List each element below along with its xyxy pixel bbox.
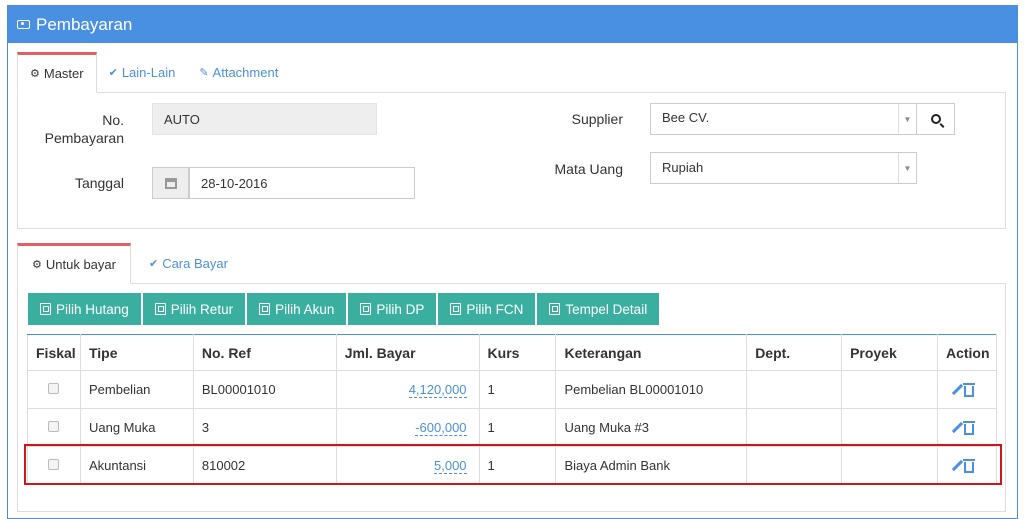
cell-jml-bayar[interactable]: -600,000: [415, 420, 467, 436]
cell-kurs: 1: [478, 408, 557, 447]
no-pembayaran-label: No. Pembayaran: [44, 112, 124, 146]
supplier-select[interactable]: Bee CV. ▼: [650, 103, 917, 135]
tab-master[interactable]: ⚙ Master: [17, 52, 97, 93]
cell-keterangan: Biaya Admin Bank: [555, 446, 748, 485]
tempel-detail-button[interactable]: Tempel Detail: [537, 293, 660, 325]
tab-lain-lain[interactable]: ✔ Lain-Lain: [97, 52, 188, 93]
tanggal-field[interactable]: 28-10-2016: [189, 167, 415, 199]
chevron-down-icon: ▼: [898, 153, 916, 183]
pilih-hutang-button[interactable]: Pilih Hutang: [28, 293, 141, 325]
table-row: Uang Muka 3 -600,000 1 Uang Muka #3: [27, 408, 998, 447]
table-header-row: Fiskal Tipe No. Ref Jml. Bayar Kurs Kete…: [27, 334, 998, 371]
copy-icon: [450, 303, 462, 315]
cell-dept: [746, 408, 843, 447]
mata-uang-select[interactable]: Rupiah ▼: [650, 152, 917, 184]
pilih-dp-button[interactable]: Pilih DP: [348, 293, 437, 325]
copy-icon: [40, 303, 51, 315]
copy-icon: [360, 303, 372, 315]
paperclip-icon: ✎: [199, 67, 209, 79]
tab-untuk-bayar[interactable]: ⚙ Untuk bayar: [17, 243, 131, 284]
page-title: Pembayaran: [36, 14, 133, 34]
cell-no-ref: 810002: [192, 446, 337, 485]
trash-icon[interactable]: [962, 420, 975, 435]
pilih-retur-button[interactable]: Pilih Retur: [142, 293, 246, 325]
col-tipe: Tipe: [79, 334, 194, 371]
mata-uang-label: Mata Uang: [554, 161, 623, 177]
cell-tipe: Akuntansi: [79, 446, 194, 485]
fiskal-checkbox[interactable]: [48, 383, 60, 394]
cell-kurs: 1: [478, 370, 557, 409]
col-no-ref: No. Ref: [192, 334, 337, 371]
cell-dept: [746, 370, 843, 409]
detail-tabs: ⚙ Untuk bayar ✔ Cara Bayar: [17, 243, 246, 284]
gears-icon: ⚙: [32, 259, 42, 271]
table-row: Pembelian BL00001010 4,120,000 1 Pembeli…: [27, 370, 998, 409]
check-circle-icon: ✔: [148, 258, 159, 270]
detail-table: Fiskal Tipe No. Ref Jml. Bayar Kurs Kete…: [27, 334, 998, 485]
tanggal-label: Tanggal: [74, 175, 124, 191]
edit-icon[interactable]: [951, 459, 964, 472]
cell-jml-bayar[interactable]: 4,120,000: [408, 382, 467, 398]
cell-kurs: 1: [478, 446, 557, 485]
pilih-fcn-button[interactable]: Pilih FCN: [438, 293, 536, 325]
fiskal-checkbox[interactable]: [48, 459, 60, 470]
cell-jml-bayar[interactable]: 5,000: [434, 458, 467, 474]
paste-icon: [549, 303, 561, 315]
col-keterangan: Keterangan: [555, 334, 748, 371]
action-button-bar: Pilih Hutang Pilih Retur Pilih Akun Pili…: [28, 293, 660, 325]
trash-icon[interactable]: [962, 382, 975, 397]
tab-cara-bayar[interactable]: ✔ Cara Bayar: [131, 243, 246, 284]
col-proyek: Proyek: [841, 334, 938, 371]
panel-header: Pembayaran: [8, 6, 1017, 43]
col-dept: Dept.: [746, 334, 843, 371]
col-fiskal: Fiskal: [27, 334, 81, 371]
trash-icon[interactable]: [962, 458, 975, 473]
cell-dept: [746, 446, 843, 485]
money-icon: [17, 20, 30, 29]
cell-proyek: [841, 370, 938, 409]
gears-icon: ⚙: [30, 68, 40, 80]
table-row: Akuntansi 810002 5,000 1 Biaya Admin Ban…: [27, 446, 998, 485]
edit-icon[interactable]: [951, 383, 964, 396]
cell-keterangan: Uang Muka #3: [555, 408, 748, 447]
cell-proyek: [841, 446, 938, 485]
fiskal-checkbox[interactable]: [48, 421, 60, 432]
edit-icon[interactable]: [951, 421, 964, 434]
copy-icon: [259, 303, 271, 315]
search-icon: [930, 114, 941, 124]
cell-no-ref: 3: [192, 408, 337, 447]
supplier-label: Supplier: [571, 111, 623, 127]
calendar-icon[interactable]: [152, 167, 189, 199]
cell-tipe: Pembelian: [79, 370, 194, 409]
master-tabs: ⚙ Master ✔ Lain-Lain ✎ Attachment: [17, 52, 290, 93]
supplier-search-button[interactable]: [916, 103, 955, 135]
cell-keterangan: Pembelian BL00001010: [555, 370, 748, 409]
cell-no-ref: BL00001010: [192, 370, 337, 409]
tab-attachment[interactable]: ✎ Attachment: [187, 52, 290, 93]
cell-proyek: [841, 408, 938, 447]
pilih-akun-button[interactable]: Pilih Akun: [247, 293, 347, 325]
no-pembayaran-field[interactable]: AUTO: [152, 103, 377, 135]
copy-icon: [154, 303, 166, 315]
col-jml-bayar: Jml. Bayar: [335, 334, 480, 371]
chevron-down-icon: ▼: [898, 104, 916, 134]
cell-tipe: Uang Muka: [79, 408, 194, 447]
col-kurs: Kurs: [478, 334, 557, 371]
check-circle-icon: ✔: [108, 67, 118, 79]
col-action: Action: [936, 334, 998, 371]
